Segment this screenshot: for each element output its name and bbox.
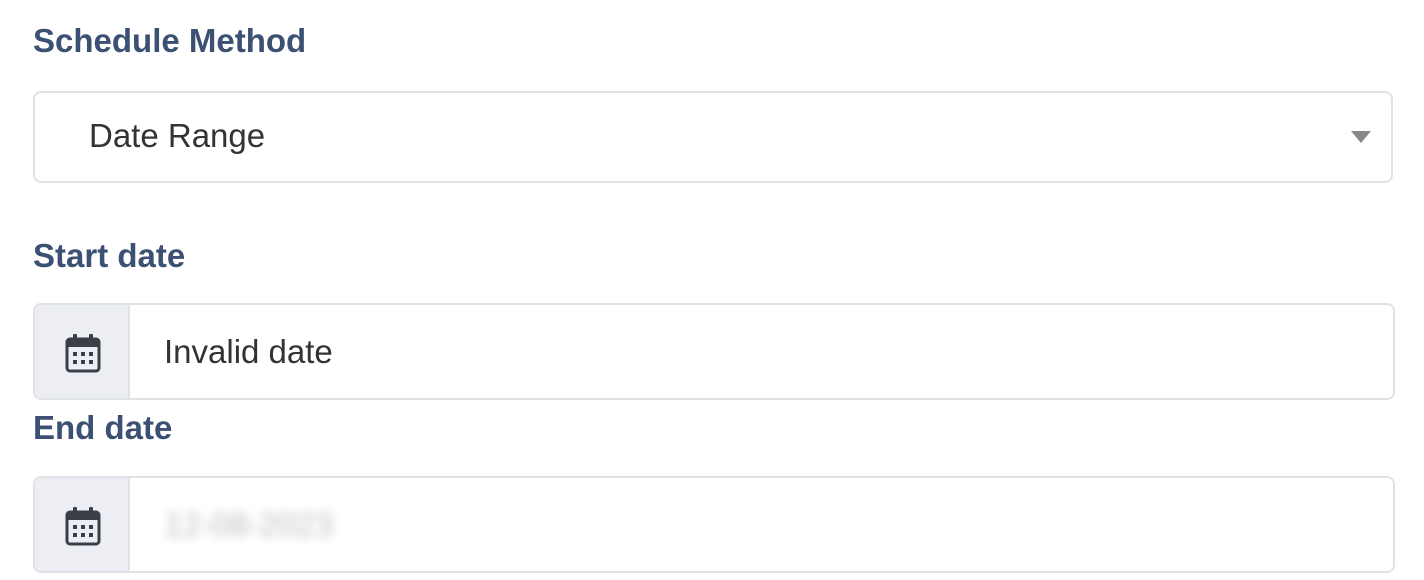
end-date-group: 12-08-2023 (33, 476, 1395, 573)
end-date-input[interactable]: 12-08-2023 (132, 478, 1393, 571)
end-date-calendar-button[interactable] (35, 478, 130, 571)
end-date-value: 12-08-2023 (164, 506, 333, 543)
start-date-group: Invalid date (33, 303, 1395, 400)
end-date-label: End date (33, 409, 173, 446)
start-date-input[interactable]: Invalid date (132, 305, 1393, 398)
schedule-method-select[interactable]: Date Range (33, 91, 1393, 183)
calendar-icon (65, 334, 101, 373)
chevron-down-icon (1351, 131, 1371, 143)
schedule-method-label: Schedule Method (33, 22, 307, 59)
start-date-calendar-button[interactable] (35, 305, 130, 398)
schedule-method-selected-value: Date Range (89, 117, 266, 154)
start-date-label: Start date (33, 237, 186, 274)
calendar-icon (65, 507, 101, 546)
